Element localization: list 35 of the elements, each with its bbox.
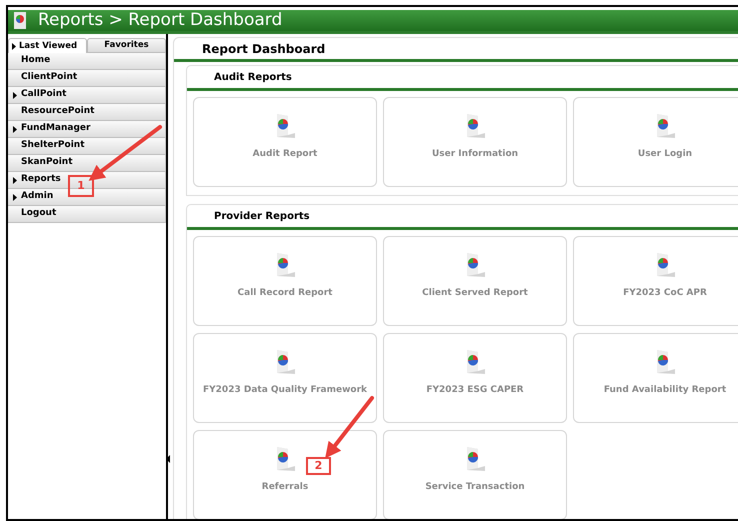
sidebar-tab[interactable]: Last Viewed — [8, 38, 87, 53]
triangle-icon — [13, 126, 17, 132]
pie-chart-report-icon — [654, 349, 676, 375]
window-title: Reports > Report Dashboard — [38, 12, 282, 29]
triangle-icon — [12, 42, 16, 50]
nav-item[interactable]: CallPoint — [8, 87, 166, 104]
pie-chart-report-icon — [274, 349, 296, 375]
triangle-icon — [13, 92, 17, 98]
pie-chart-report-icon — [274, 252, 296, 278]
callout-number: 2 — [306, 457, 331, 475]
panel-title: Report Dashboard — [202, 40, 326, 58]
pie-chart-report-icon — [654, 252, 676, 278]
nav-item[interactable]: SkanPoint — [8, 155, 166, 172]
pie-chart-report-icon — [654, 113, 676, 139]
pie-chart-report-icon — [464, 349, 486, 375]
section-title: Audit Reports — [214, 70, 292, 84]
sidebar-tab[interactable]: Favorites — [87, 38, 166, 53]
nav-item[interactable]: FundManager — [8, 121, 166, 138]
nav-item[interactable]: ClientPoint — [8, 70, 166, 87]
pie-chart-report-icon — [464, 446, 486, 472]
pie-chart-report-icon — [274, 446, 296, 472]
pie-chart-report-icon — [274, 113, 296, 139]
nav-item[interactable]: ShelterPoint — [8, 138, 166, 155]
nav-item[interactable]: Logout — [8, 206, 166, 223]
section-title: Provider Reports — [214, 210, 310, 224]
report-icon — [14, 12, 26, 29]
annotation-arrow — [325, 396, 374, 458]
callout-number: 1 — [68, 175, 94, 197]
nav-item[interactable]: Admin — [8, 189, 166, 206]
triangle-icon — [13, 194, 17, 200]
pie-chart-report-icon — [464, 252, 486, 278]
nav-item[interactable]: Home — [8, 53, 166, 70]
pie-chart-report-icon — [464, 113, 486, 139]
nav-item[interactable]: ResourcePoint — [8, 104, 166, 121]
triangle-icon — [13, 176, 17, 184]
